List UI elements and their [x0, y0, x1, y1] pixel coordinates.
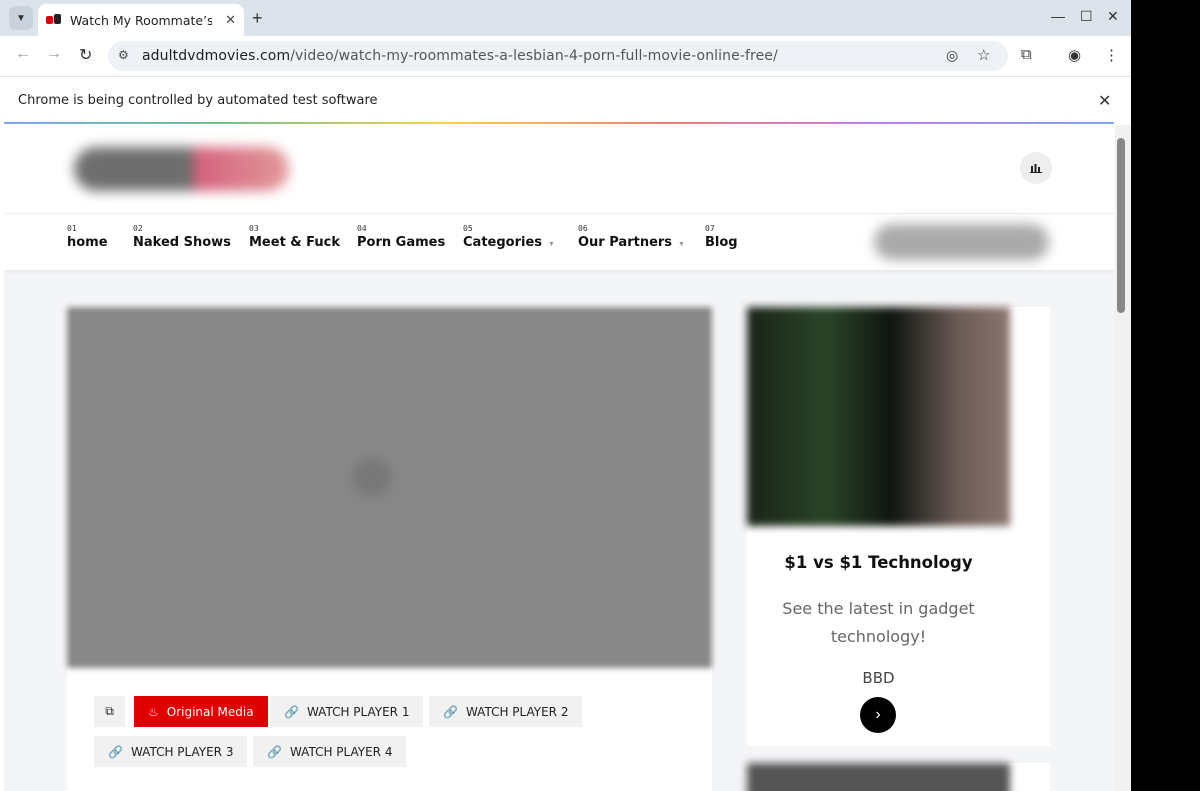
tab-search-button[interactable]: ▼ [9, 6, 33, 30]
open-external-button[interactable]: ⧉ [94, 696, 125, 727]
watch-player-2-button[interactable]: 🔗 WATCH PLAYER 2 [429, 696, 583, 727]
maximize-icon[interactable]: ☐ [1080, 8, 1093, 25]
scrollbar-thumb[interactable] [1117, 138, 1125, 313]
source-label: WATCH PLAYER 2 [465, 704, 569, 719]
nav-item-blog[interactable]: 07 Blog [705, 224, 738, 251]
play-icon[interactable] [352, 457, 392, 497]
site-logo[interactable] [74, 147, 289, 191]
ad-title: $1 vs $1 Technology [784, 553, 973, 572]
nav-item-label: Porn Games [357, 235, 446, 250]
nav-item-label: home [67, 235, 108, 250]
ad-brand: BBD [862, 669, 895, 687]
bookmark-star-icon[interactable]: ☆ [977, 46, 990, 64]
more-menu-icon[interactable]: ⋮ [1104, 46, 1119, 64]
tab-title: Watch My Roommate’s A [70, 12, 212, 28]
browser-tab[interactable]: Watch My Roommate’s A ✕ [38, 4, 244, 36]
link-icon: 🔗 [284, 704, 299, 719]
nav-item-naked-shows[interactable]: 02 Naked Shows [133, 224, 231, 251]
nav-item-home[interactable]: 01 home [67, 224, 108, 251]
back-arrow-icon[interactable]: ← [15, 45, 31, 63]
ad-image[interactable] [747, 307, 1010, 526]
source-label: WATCH PLAYER 1 [306, 704, 410, 719]
source-label: WATCH PLAYER 3 [130, 744, 234, 759]
source-label: WATCH PLAYER 4 [289, 744, 393, 759]
site-header [4, 125, 1115, 213]
nav-item-label: Categories [463, 235, 543, 250]
new-tab-icon[interactable]: + [252, 8, 263, 29]
nav-item-label: Blog [705, 235, 738, 250]
sidebar-ad-card-2[interactable] [747, 763, 1050, 791]
extensions-icon[interactable]: ⧉ [1021, 46, 1032, 63]
bar-chart-icon [1030, 164, 1042, 173]
site-info-icon[interactable]: ⚙ [118, 48, 129, 62]
nav-item-number: 04 [357, 224, 367, 233]
nav-item-number: 01 [67, 224, 77, 233]
nav-item-porn-games[interactable]: 04 Porn Games [357, 224, 445, 251]
forward-arrow-icon[interactable]: → [46, 45, 62, 63]
nav-item-categories[interactable]: 05 Categories ▼ [463, 224, 555, 251]
main-navigation: 01 home 02 Naked Shows 03 Meet & Fuck 04 Por… [4, 213, 1115, 270]
tab-strip: ▼ Watch My Roommate’s A ✕ + — ☐ ✕ [0, 0, 1131, 36]
watch-player-3-button[interactable]: 🔗 WATCH PLAYER 3 [94, 736, 248, 767]
original-media-button[interactable]: ♨ Original Media [134, 696, 268, 727]
window-close-icon[interactable]: ✕ [1107, 8, 1119, 25]
minimize-icon[interactable]: — [1051, 8, 1065, 24]
browser-window: ▼ Watch My Roommate’s A ✕ + — ☐ ✕ ← → ↻ … [0, 0, 1131, 791]
eye-slash-icon[interactable]: ◎ [946, 47, 958, 64]
dropdown-caret-icon: ▼ [548, 241, 555, 248]
site-favicon-icon [46, 12, 62, 28]
profile-icon[interactable]: ◉ [1068, 46, 1081, 64]
nav-item-label: Our Partners [578, 235, 673, 250]
address-bar[interactable]: ⚙ adultdvdmovies.com/video/watch-my-room… [108, 41, 1008, 71]
nav-item-label: Naked Shows [133, 235, 231, 250]
ad-description: See the latest in gadget technology! [782, 599, 975, 646]
nav-item-number: 02 [133, 224, 143, 233]
url-path: /video/watch-my-roommates-a-lesbian-4-po… [290, 48, 778, 64]
stats-button[interactable] [1020, 152, 1052, 184]
chevron-right-icon: › [875, 706, 881, 723]
nav-item-number: 03 [249, 224, 259, 233]
watch-player-1-button[interactable]: 🔗 WATCH PLAYER 1 [270, 696, 424, 727]
nav-item-label: Meet & Fuck [249, 235, 341, 250]
url-domain: adultdvdmovies.com [142, 48, 291, 64]
reload-icon[interactable]: ↻ [79, 45, 92, 65]
link-icon: 🔗 [108, 744, 123, 759]
nav-item-number: 07 [705, 224, 715, 233]
loading-gradient-bar [4, 122, 1114, 124]
sidebar-ad-card[interactable]: $1 vs $1 Technology See the latest in ga… [747, 307, 1050, 746]
search-box[interactable] [874, 224, 1049, 260]
infobar-text: Chrome is being controlled by automated … [18, 93, 378, 108]
source-label: Original Media [166, 704, 254, 719]
link-icon: 🔗 [443, 704, 458, 719]
video-overlay [67, 307, 712, 668]
lightbulb-icon: ♨ [148, 704, 159, 719]
browser-toolbar: ← → ↻ ⚙ adultdvdmovies.com/video/watch-m… [0, 36, 1131, 76]
ad-image[interactable] [747, 763, 1010, 791]
url-text: adultdvdmovies.com/video/watch-my-roomma… [142, 48, 778, 64]
watch-player-4-button[interactable]: 🔗 WATCH PLAYER 4 [253, 736, 407, 767]
video-card: ⧉ ♨ Original Media 🔗 WATCH PLAYER 1 🔗 WATCH… [67, 307, 712, 791]
ad-go-button[interactable]: › [860, 697, 896, 733]
close-icon[interactable]: ✕ [225, 12, 236, 28]
dropdown-caret-icon: ▼ [678, 241, 685, 248]
close-icon[interactable]: ✕ [1098, 91, 1111, 111]
nav-item-meet-fuck[interactable]: 03 Meet & Fuck [249, 224, 340, 251]
link-icon: 🔗 [267, 744, 282, 759]
nav-item-number: 05 [463, 224, 473, 233]
web-page: 01 home 02 Naked Shows 03 Meet & Fuck 04 Por… [4, 125, 1115, 791]
chevron-down-icon: ▼ [16, 12, 26, 24]
external-link-icon: ⧉ [105, 704, 114, 718]
nav-item-our-partners[interactable]: 06 Our Partners ▼ [578, 224, 685, 251]
nav-item-number: 06 [578, 224, 588, 233]
automation-infobar: Chrome is being controlled by automated … [0, 76, 1131, 124]
